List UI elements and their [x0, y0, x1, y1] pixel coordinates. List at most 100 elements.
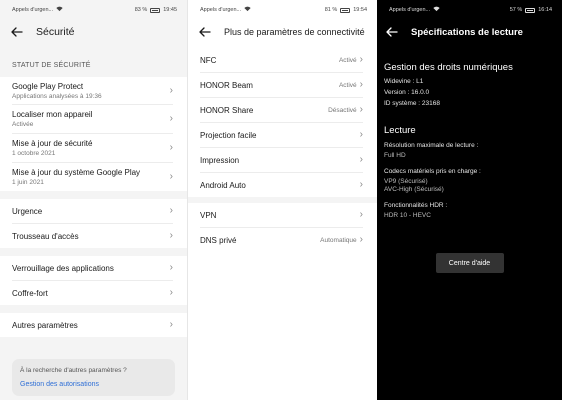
- chevron-right-icon: ›: [169, 142, 173, 153]
- page-header: Sécurité: [0, 20, 187, 44]
- app-lock-card: Verrouillage des applications › Coffre-f…: [0, 256, 187, 305]
- chevron-right-icon: ›: [359, 234, 363, 245]
- help-center-button[interactable]: Centre d'aide: [435, 253, 504, 273]
- chevron-right-icon: ›: [169, 171, 173, 182]
- max-resolution-label: Résolution maximale de lecture :: [384, 142, 479, 149]
- page-title: Plus de paramètres de connectivité: [224, 27, 365, 37]
- item-title: Android Auto: [200, 180, 246, 190]
- battery-percent: 83 %: [134, 7, 148, 13]
- item-title: HONOR Beam: [200, 80, 253, 90]
- list-item-play-system-update[interactable]: Mise à jour du système Google Play 1 jui…: [0, 163, 187, 191]
- security-screen: Appels d'urgen... 83 % 19:45 Sécurité ST…: [0, 0, 187, 400]
- list-item-honor-beam[interactable]: HONOR Beam Activé ›: [188, 73, 377, 97]
- list-item-private-dns[interactable]: DNS privé Automatique ›: [188, 228, 377, 252]
- item-title: VPN: [200, 210, 217, 220]
- chevron-right-icon: ›: [359, 54, 363, 65]
- item-title: Localiser mon appareil: [12, 110, 93, 119]
- status-carrier-text: Appels d'urgen...: [200, 7, 242, 13]
- list-item-find-device[interactable]: Localiser mon appareil Activée ›: [0, 105, 187, 133]
- list-item-easy-projection[interactable]: Projection facile ›: [188, 123, 377, 147]
- item-subtitle: Applications analysées à 19:36: [12, 92, 102, 100]
- status-carrier-text: Appels d'urgen...: [389, 7, 431, 13]
- item-title: DNS privé: [200, 235, 237, 245]
- playback-specs-screen: Appels d'urgen... 57 % 16:14 Spécificati…: [377, 0, 562, 400]
- drm-heading: Gestion des droits numériques: [384, 62, 513, 73]
- status-carrier-text: Appels d'urgen...: [12, 7, 54, 13]
- back-arrow-icon[interactable]: [198, 25, 212, 39]
- hdr-value: HDR 10 - HEVC: [384, 212, 431, 219]
- list-item-security-update[interactable]: Mise à jour de sécurité 1 octobre 2021 ›: [0, 134, 187, 162]
- battery-icon: [525, 7, 536, 13]
- section-label-security-status: STATUT DE SÉCURITÉ: [12, 62, 91, 69]
- chevron-right-icon: ›: [359, 154, 363, 165]
- item-title: Mise à jour du système Google Play: [12, 168, 141, 177]
- list-item-keychain[interactable]: Trousseau d'accès ›: [0, 224, 187, 248]
- item-subtitle: 1 octobre 2021: [12, 150, 56, 157]
- item-title: Verrouillage des applications: [12, 263, 114, 273]
- list-item-emergency[interactable]: Urgence ›: [0, 199, 187, 223]
- list-item-printing[interactable]: Impression ›: [188, 148, 377, 172]
- back-arrow-icon[interactable]: [10, 25, 24, 39]
- clock: 16:14: [538, 7, 552, 13]
- item-value: Automatique: [320, 236, 357, 244]
- chevron-right-icon: ›: [169, 113, 173, 124]
- wifi-icon: [244, 6, 251, 14]
- item-title: Google Play Protect: [12, 81, 84, 91]
- status-bar: Appels d'urgen... 57 % 16:14: [377, 0, 562, 20]
- item-title: HONOR Share: [200, 105, 254, 115]
- item-title: NFC: [200, 55, 217, 65]
- chevron-right-icon: ›: [169, 84, 173, 96]
- list-item-other-settings[interactable]: Autres paramètres ›: [0, 313, 187, 337]
- chevron-right-icon: ›: [169, 262, 173, 273]
- max-resolution-value: Full HD: [384, 152, 406, 159]
- item-title: Mise à jour de sécurité: [12, 139, 93, 148]
- list-item-android-auto[interactable]: Android Auto ›: [188, 173, 377, 197]
- more-settings-question: À la recherche d'autres paramètres ?: [20, 367, 127, 374]
- list-item-safe[interactable]: Coffre-fort ›: [0, 281, 187, 305]
- wifi-icon: [433, 6, 440, 14]
- page-title: Spécifications de lecture: [411, 26, 523, 38]
- widevine-level: Widevine : L1: [384, 78, 424, 85]
- system-id: ID système : 23168: [384, 100, 440, 107]
- chevron-right-icon: ›: [169, 230, 173, 241]
- list-item-app-lock[interactable]: Verrouillage des applications ›: [0, 256, 187, 280]
- chevron-right-icon: ›: [359, 209, 363, 220]
- drm-version: Version : 16.0.0: [384, 89, 430, 96]
- back-arrow-icon[interactable]: [385, 25, 399, 39]
- chevron-right-icon: ›: [169, 287, 173, 298]
- group-gap: [0, 191, 187, 199]
- item-subtitle: 1 juin 2021: [12, 179, 44, 186]
- page-title: Sécurité: [36, 26, 75, 38]
- more-settings-box: À la recherche d'autres paramètres ? Ges…: [12, 359, 175, 396]
- chevron-right-icon: ›: [359, 79, 363, 90]
- group-gap: [0, 305, 187, 313]
- item-value: Activé: [338, 56, 357, 64]
- hdr-label: Fonctionnalités HDR :: [384, 202, 448, 209]
- item-title: Coffre-fort: [12, 288, 48, 298]
- item-title: Trousseau d'accès: [12, 231, 79, 241]
- item-title: Impression: [200, 155, 240, 165]
- security-status-card: Google Play Protect Applications analysé…: [0, 77, 187, 191]
- codec-item: AVC-High (Sécurisé): [384, 186, 444, 193]
- connectivity-screen: Appels d'urgen... 81 % 19:54 Plus de par…: [187, 0, 377, 400]
- chevron-right-icon: ›: [169, 205, 173, 216]
- codecs-label: Codecs matériels pris en charge :: [384, 168, 481, 175]
- clock: 19:54: [353, 7, 367, 13]
- group-gap: [0, 248, 187, 256]
- list-item-google-play-protect[interactable]: Google Play Protect Applications analysé…: [0, 77, 187, 104]
- codec-item: VP9 (Sécurisé): [384, 178, 428, 185]
- status-bar: Appels d'urgen... 81 % 19:54: [188, 0, 377, 20]
- list-item-nfc[interactable]: NFC Activé ›: [188, 48, 377, 72]
- list-item-vpn[interactable]: VPN ›: [188, 203, 377, 227]
- item-title: Autres paramètres: [12, 320, 78, 330]
- clock: 19:45: [163, 7, 177, 13]
- wifi-icon: [56, 6, 63, 14]
- battery-icon: [150, 7, 161, 13]
- status-bar: Appels d'urgen... 83 % 19:45: [0, 0, 187, 20]
- list-item-honor-share[interactable]: HONOR Share Désactivé ›: [188, 98, 377, 122]
- permissions-link[interactable]: Gestion des autorisations: [20, 381, 167, 388]
- chevron-right-icon: ›: [359, 104, 363, 115]
- battery-percent: 81 %: [324, 7, 338, 13]
- chevron-right-icon: ›: [169, 319, 173, 330]
- page-header: Spécifications de lecture: [377, 20, 562, 44]
